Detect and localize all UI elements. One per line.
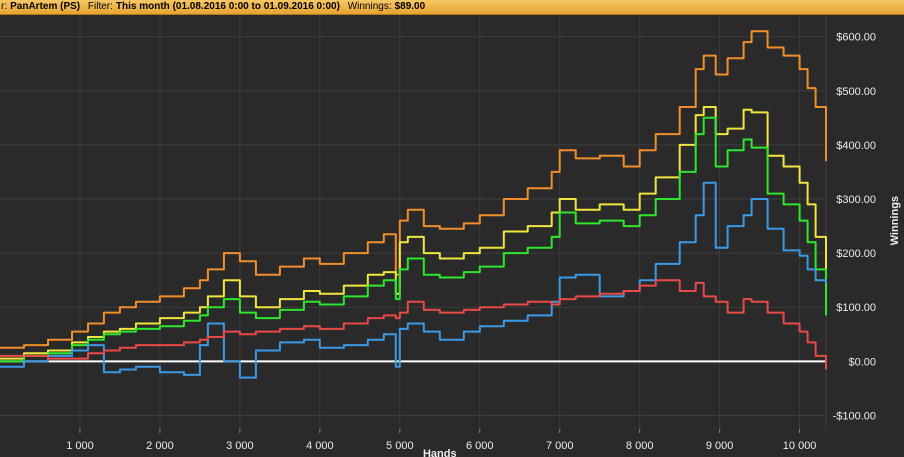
- x-tick-label: 4 000: [306, 440, 334, 452]
- series-line-1: [0, 30, 827, 349]
- y-tick-label: $500.00: [836, 86, 876, 98]
- grid: [0, 15, 827, 429]
- x-tick-label: 8 000: [626, 440, 654, 452]
- x-tick-label: 9 000: [706, 440, 734, 452]
- y-axis-label: Winnings: [889, 196, 901, 245]
- winnings-label: Winnings:: [347, 1, 392, 12]
- x-tick-label: 5 000: [386, 440, 414, 452]
- y-axis-ticks: -$100.00 $0.00 $100.00 $200.00 $300.00 $400.0…: [833, 32, 876, 423]
- filter-value: This month (01.08.2016 0:00 to 01.09.201…: [115, 1, 340, 12]
- series-line-5: [0, 279, 827, 370]
- x-tick-label: 10 000: [783, 440, 817, 452]
- y-tick-label: $400.00: [836, 140, 876, 152]
- y-tick-label: $300.00: [836, 194, 876, 206]
- player-value: PanArtem (PS): [10, 1, 81, 12]
- x-tick-label: 6 000: [466, 440, 494, 452]
- x-tick-label: 1 000: [66, 440, 94, 452]
- series-lines: [0, 30, 827, 379]
- player-label: r:: [1, 1, 8, 12]
- filter-label: Filter:: [87, 1, 113, 12]
- chart-header-bar: r: PanArtem (PS) Filter: This month (01.08…: [0, 0, 904, 15]
- y-tick-label: $600.00: [836, 32, 876, 44]
- winnings-value: $89.00: [394, 1, 426, 12]
- x-tick-label: 2 000: [146, 440, 174, 452]
- y-tick-label: $0.00: [848, 356, 876, 368]
- y-tick-label: $100.00: [836, 302, 876, 314]
- series-line-3: [0, 116, 827, 363]
- x-tick-label: 3 000: [226, 440, 254, 452]
- winnings-chart: 1 000 2 000 3 000 4 000 5 000 6 000 7 000 8 000…: [0, 15, 901, 457]
- x-tick-label: 7 000: [546, 440, 574, 452]
- y-tick-label: -$100.00: [833, 410, 876, 422]
- y-tick-label: $200.00: [836, 248, 876, 260]
- x-axis-label: Hands: [423, 448, 457, 457]
